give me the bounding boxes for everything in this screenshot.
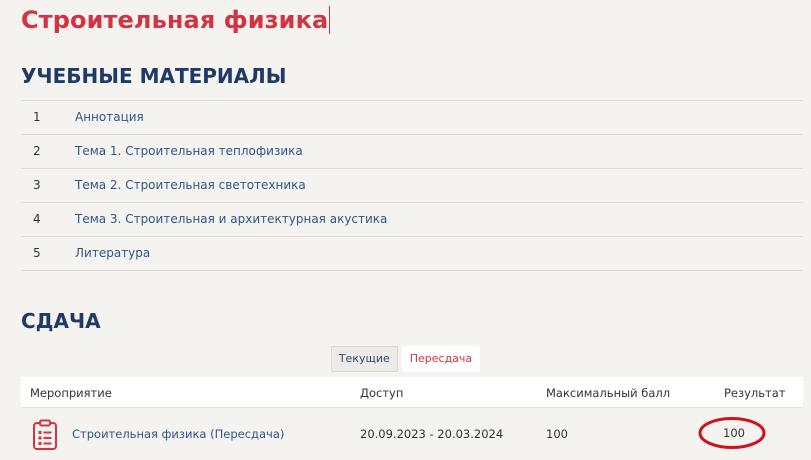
list-item: 4 Тема 3. Строительная и архитектурная а…	[21, 203, 803, 237]
clipboard-list-icon	[33, 419, 57, 450]
column-header-result: Результат	[724, 386, 786, 400]
list-item: 2 Тема 1. Строительная теплофизика	[21, 135, 803, 169]
tab-retake[interactable]: Пересдача	[401, 346, 481, 372]
item-number: 3	[33, 178, 41, 192]
material-link-topic-1[interactable]: Тема 1. Строительная теплофизика	[75, 144, 303, 158]
item-number: 4	[33, 212, 41, 226]
table-header: Мероприятие Доступ Максимальный балл Рез…	[21, 377, 803, 408]
exam-heading: СДАЧА	[21, 309, 101, 333]
list-item: 5 Литература	[21, 237, 803, 271]
page-title: Строительная физика	[21, 6, 331, 34]
item-number: 5	[33, 246, 41, 260]
column-header-max-score: Максимальный балл	[546, 386, 671, 400]
material-link-annotation[interactable]: Аннотация	[75, 110, 144, 124]
column-header-event: Мероприятие	[30, 386, 112, 400]
list-item: 1 Аннотация	[21, 101, 803, 135]
exam-tabs: Текущие Пересдача	[0, 346, 811, 372]
access-period: 20.09.2023 - 20.03.2024	[360, 427, 504, 441]
materials-heading: УЧЕБНЫЕ МАТЕРИАЛЫ	[21, 64, 287, 88]
material-link-topic-3[interactable]: Тема 3. Строительная и архитектурная аку…	[75, 212, 387, 226]
exam-table: Мероприятие Доступ Максимальный балл Рез…	[21, 377, 803, 460]
material-link-literature[interactable]: Литература	[75, 246, 150, 260]
event-cell: Строительная физика (Пересдача)	[72, 427, 284, 441]
item-number: 1	[33, 110, 41, 124]
text-cursor	[329, 6, 331, 34]
material-link-topic-2[interactable]: Тема 2. Строительная светотехника	[75, 178, 306, 192]
event-link[interactable]: Строительная физика (Пересдача)	[72, 427, 284, 441]
tab-current[interactable]: Текущие	[330, 346, 398, 372]
result-value: 100	[723, 426, 745, 440]
max-score-value: 100	[546, 427, 568, 441]
materials-list: 1 Аннотация 2 Тема 1. Строительная тепло…	[21, 100, 803, 271]
list-item: 3 Тема 2. Строительная светотехника	[21, 169, 803, 203]
result-cell: 100	[698, 416, 766, 450]
column-header-access: Доступ	[360, 386, 404, 400]
course-title: Строительная физика	[21, 6, 329, 34]
table-row: Строительная физика (Пересдача) 20.09.20…	[21, 408, 803, 460]
item-number: 2	[33, 144, 41, 158]
